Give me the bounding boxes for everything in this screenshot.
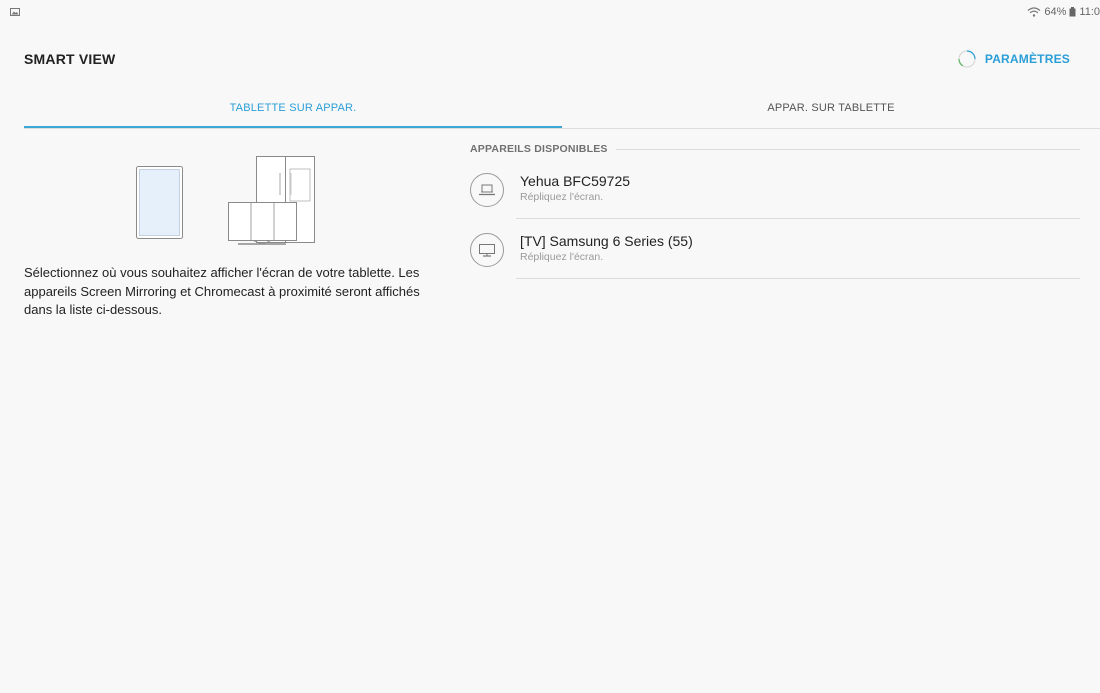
loading-spinner-icon	[958, 50, 976, 68]
device-list: Yehua BFC59725 Répliquez l'écran. [TV] S…	[470, 168, 1080, 288]
settings-label: PARAMÈTRES	[984, 52, 1070, 66]
device-item-yehua[interactable]: Yehua BFC59725 Répliquez l'écran.	[470, 168, 1080, 228]
device-subtitle: Répliquez l'écran.	[520, 191, 604, 203]
tab-tablet-to-device[interactable]: TABLETTE SUR APPAR.	[24, 92, 562, 128]
section-title: APPAREILS DISPONIBLES	[470, 143, 608, 155]
battery-percentage: 64%	[1044, 6, 1067, 18]
wifi-icon	[1027, 7, 1041, 17]
device-name: Yehua BFC59725	[520, 173, 631, 189]
device-divider	[516, 218, 1080, 219]
status-right: 64% 11:0	[1027, 6, 1100, 18]
gallery-notification-icon	[10, 8, 20, 16]
page-title: SMART VIEW	[24, 51, 116, 67]
tab-device-to-tablet[interactable]: APPAR. SUR TABLETTE	[562, 92, 1100, 128]
devices-illustration	[136, 156, 315, 245]
device-item-samsung-tv[interactable]: [TV] Samsung 6 Series (55) Répliquez l'é…	[470, 228, 1080, 288]
tv-illustration-icon	[228, 202, 297, 245]
clock: 11:0	[1079, 6, 1100, 18]
battery-icon	[1069, 7, 1076, 17]
status-bar: 64% 11:0	[0, 0, 1100, 22]
device-divider	[516, 278, 1080, 279]
available-devices-header: APPAREILS DISPONIBLES	[470, 143, 1080, 155]
device-subtitle: Répliquez l'écran.	[520, 251, 604, 263]
section-divider	[615, 148, 1080, 150]
device-text: [TV] Samsung 6 Series (55) Répliquez l'é…	[520, 233, 693, 263]
device-name: [TV] Samsung 6 Series (55)	[520, 233, 693, 249]
settings-button[interactable]: PARAMÈTRES	[957, 49, 1070, 69]
tablet-illustration-icon	[136, 166, 183, 239]
device-text: Yehua BFC59725 Répliquez l'écran.	[520, 173, 630, 203]
tv-icon	[470, 233, 504, 267]
instructions-text: Sélectionnez où vous souhaitez afficher …	[24, 265, 420, 317]
tab-bar: TABLETTE SUR APPAR. APPAR. SUR TABLETTE	[24, 92, 1100, 129]
laptop-icon	[470, 173, 504, 207]
